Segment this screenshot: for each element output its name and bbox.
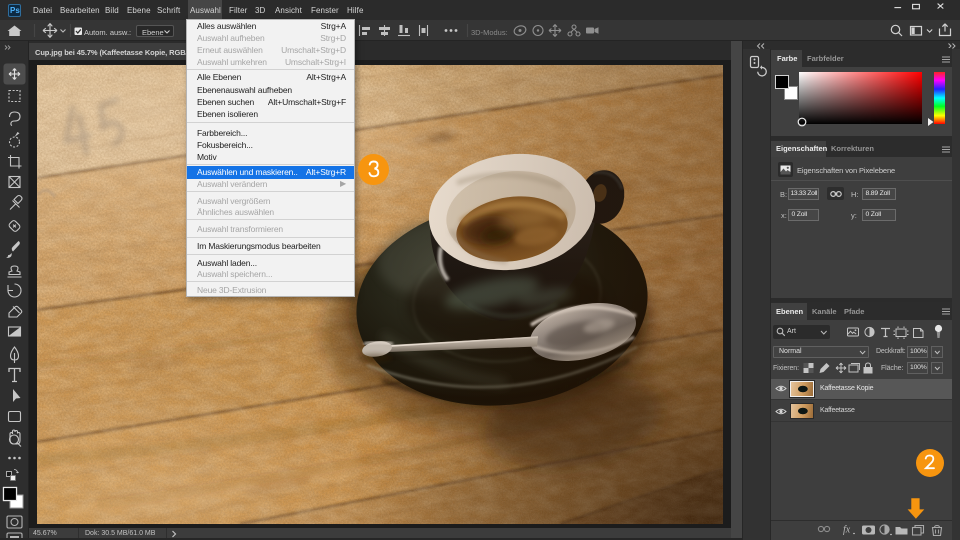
svg-text:fx: fx: [843, 525, 851, 536]
